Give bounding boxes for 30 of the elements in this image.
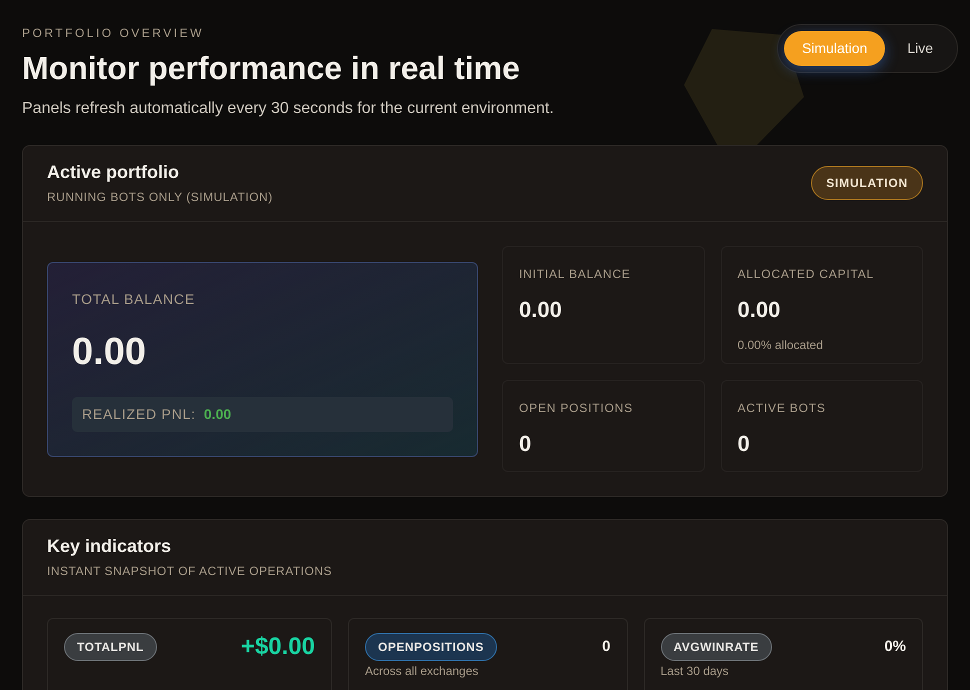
environment-tab[interactable]: Live [889, 31, 951, 66]
stat-label: OPEN POSITIONS [519, 400, 633, 417]
stat-label: INITIAL BALANCE [519, 266, 631, 283]
stat-label: ACTIVE BOTS [738, 400, 826, 417]
environment-badge: SIMULATION [811, 166, 923, 200]
card-subtitle: INSTANT SNAPSHOT OF ACTIVE OPERATIONS [47, 563, 332, 579]
page-title: Monitor performance in real time [22, 49, 520, 88]
indicator-value: 0 [602, 636, 610, 657]
stat-note: 0.00% allocated [738, 337, 823, 354]
indicator-value: +$0.00 [240, 633, 315, 661]
stat-label: ALLOCATED CAPITAL [738, 266, 874, 283]
balance-label: TOTAL BALANCE [72, 290, 195, 308]
card-subtitle: RUNNING BOTS ONLY (SIMULATION) [47, 189, 273, 205]
realized-pnl-label: REALIZED PNL: [82, 404, 196, 424]
indicator-badge: TOTALPNL [64, 633, 157, 661]
eyebrow-label: PORTFOLIO OVERVIEW [22, 25, 204, 42]
stat-value: 0 [519, 430, 532, 458]
indicator-note: Last 30 days [660, 664, 729, 678]
stat-value: 0 [738, 430, 750, 458]
stat-value: 0.00 [738, 296, 780, 324]
page-subtitle: Panels refresh automatically every 30 seconds for the current environment. [22, 99, 554, 119]
card-title: Active portfolio [47, 161, 180, 184]
indicator-note: Across all exchanges [365, 664, 478, 678]
balance-value: 0.00 [72, 330, 146, 374]
card-title: Key indicators [47, 535, 172, 558]
indicator-badge: OPENPOSITIONS [365, 633, 497, 661]
indicator-value: 0% [884, 636, 906, 657]
indicator-badge: AVGWINRATE [660, 633, 772, 661]
realized-pnl-value: 0.00 [204, 404, 232, 424]
stat-value: 0.00 [519, 296, 562, 324]
